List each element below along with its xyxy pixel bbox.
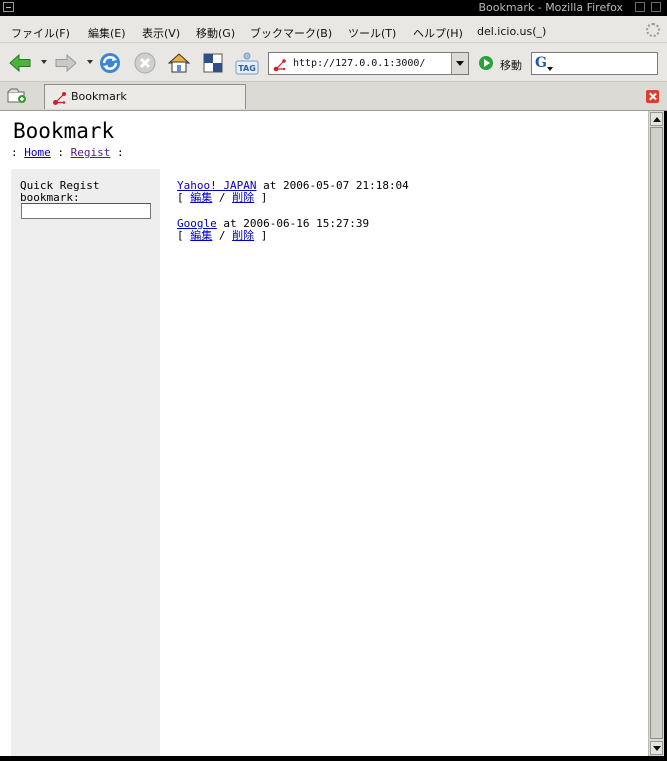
bracket-close: ] [260,191,268,204]
url-history-dropdown-icon[interactable] [451,53,468,74]
quick-regist-input[interactable] [21,203,151,219]
tag-icon[interactable]: TAG [235,51,259,75]
reload-icon[interactable] [98,51,122,75]
search-input[interactable] [556,56,652,71]
forward-history-dropdown-icon[interactable] [87,60,93,64]
menu-help[interactable]: ヘルプ(H) [413,25,463,41]
back-arrow-icon[interactable] [8,51,32,75]
go-label: 移動 [500,59,522,72]
bookmark-timestamp: at 2006-05-07 21:18:04 [263,179,409,192]
search-engine-icon[interactable]: G [535,55,553,71]
menu-delicious[interactable]: del.icio.us(_) [477,25,546,38]
delete-link[interactable]: 削除 [232,191,254,204]
bookmark-manager-icon[interactable] [201,51,225,75]
menu-go[interactable]: 移動(G) [196,25,235,41]
menu-tools[interactable]: ツール(T) [348,25,396,41]
search-box[interactable]: G [531,52,658,75]
breadcrumb: : Home : Regist : [11,146,124,159]
action-separator: / [218,191,226,204]
stop-icon[interactable] [133,51,157,75]
page-content: Bookmark : Home : Regist : Quick Regist … [0,111,648,756]
bracket-open: [ [177,229,184,242]
tab-bookmark[interactable]: Bookmark [44,84,246,109]
bracket-close: ] [260,229,268,242]
navigation-toolbar: TAG 移動 G [0,43,667,82]
window-menu-icon[interactable] [3,2,14,12]
menu-view[interactable]: 表示(V) [142,25,180,41]
throbber-icon [646,23,660,37]
address-bar[interactable] [268,52,469,75]
delete-link[interactable]: 削除 [232,229,254,242]
window-close-button[interactable] [651,2,661,12]
vertical-scrollbar[interactable] [648,111,664,756]
action-separator: / [218,229,226,242]
menu-edit[interactable]: 編集(E) [88,25,126,41]
site-favicon-icon [273,57,287,72]
menu-file[interactable]: ファイル(F) [11,25,70,41]
go-arrow-icon [479,56,493,70]
bracket-open: [ [177,191,184,204]
window-titlebar: Bookmark - Mozilla Firefox [0,0,667,16]
breadcrumb-separator: : [117,146,124,159]
bookmark-entry: Google at 2006-06-16 15:27:39 [ 編集 / 削除 … [177,218,369,242]
breadcrumb-separator: : [11,146,18,159]
breadcrumb-separator: : [57,146,64,159]
tab-favicon-icon [52,91,67,106]
forward-arrow-icon[interactable] [54,51,78,75]
window-maximize-button[interactable] [635,2,645,12]
bookmark-entry: Yahoo! JAPAN at 2006-05-07 21:18:04 [ 編集… [177,180,409,204]
menu-bookmarks[interactable]: ブックマーク(B) [250,25,332,41]
home-link[interactable]: Home [24,146,51,159]
close-tab-icon[interactable] [646,90,659,103]
menu-bar: ファイル(F) 編集(E) 表示(V) 移動(G) ブックマーク(B) ツール(… [0,16,667,43]
edit-link[interactable]: 編集 [190,229,212,242]
window-title: Bookmark - Mozilla Firefox [478,1,624,14]
page-title: Bookmark [13,119,115,143]
sidebar: Quick Regist bookmark: [11,169,160,756]
tab-label: Bookmark [71,90,127,103]
back-history-dropdown-icon[interactable] [41,60,47,64]
url-input[interactable] [293,56,453,71]
edit-link[interactable]: 編集 [190,191,212,204]
scrollbar-thumb[interactable] [650,127,663,739]
scroll-up-icon[interactable] [650,112,663,126]
new-tab-icon[interactable] [6,87,28,105]
tab-bar: Bookmark [0,82,667,111]
scroll-down-icon[interactable] [650,741,663,755]
svg-text:TAG: TAG [238,64,256,73]
home-icon[interactable] [167,51,191,75]
window-border [0,756,667,761]
regist-link[interactable]: Regist [71,146,111,159]
quick-regist-label: Quick Regist bookmark: [20,179,100,204]
